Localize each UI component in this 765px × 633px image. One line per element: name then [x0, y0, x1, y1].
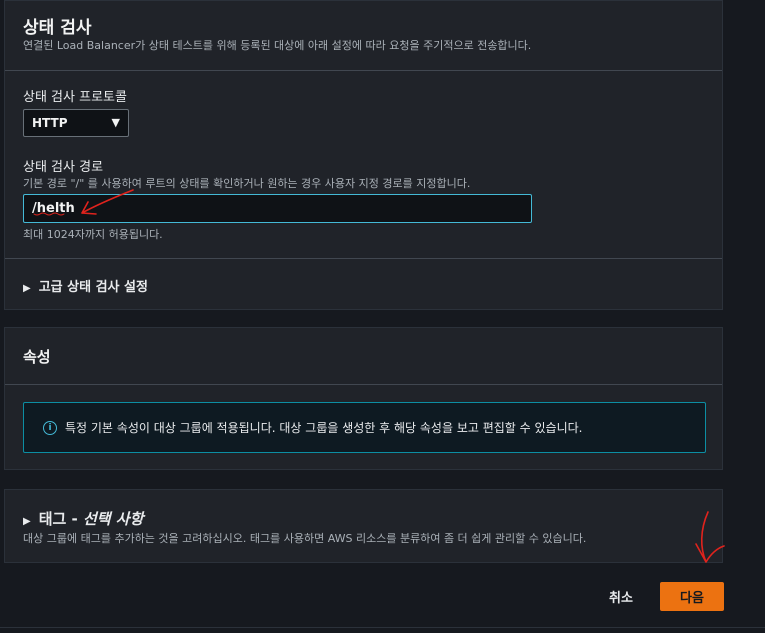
- cancel-button[interactable]: 취소: [597, 582, 645, 610]
- advanced-health-check-toggle[interactable]: ▶ 고급 상태 검사 설정: [23, 276, 148, 295]
- attributes-panel: 속성 i 특정 기본 속성이 대상 그룹에 적용됩니다. 대상 그룹을 생성한 …: [4, 327, 723, 470]
- tags-description: 대상 그룹에 태그를 추가하는 것을 고려하십시오. 태그를 사용하면 AWS …: [23, 532, 587, 545]
- caret-down-icon: ▼: [111, 116, 120, 129]
- tags-expand-toggle[interactable]: ▶ 태그 - 선택 사항: [23, 508, 143, 529]
- path-label: 상태 검사 경로: [23, 160, 104, 175]
- divider: [5, 70, 722, 71]
- attributes-title: 속성: [23, 348, 51, 366]
- tags-optional-label: 선택 사항: [82, 510, 144, 528]
- caret-right-icon: ▶: [23, 516, 31, 527]
- advanced-settings-label: 고급 상태 검사 설정: [38, 280, 148, 295]
- health-check-path-input[interactable]: [23, 194, 532, 223]
- info-alert: i 특정 기본 속성이 대상 그룹에 적용됩니다. 대상 그룹을 생성한 후 해…: [23, 402, 706, 453]
- tags-panel: ▶ 태그 - 선택 사항 대상 그룹에 태그를 추가하는 것을 고려하십시오. 태…: [4, 489, 723, 563]
- health-check-title: 상태 검사: [23, 18, 92, 38]
- caret-right-icon: ▶: [23, 283, 31, 294]
- health-check-description: 연결된 Load Balancer가 상태 테스트를 위해 등록된 대상에 아래…: [23, 39, 532, 52]
- divider: [5, 258, 722, 259]
- footer-divider: [0, 627, 765, 628]
- divider: [5, 384, 722, 385]
- next-button[interactable]: 다음: [660, 582, 724, 611]
- protocol-label: 상태 검사 프로토콜: [23, 90, 127, 105]
- protocol-value: HTTP: [32, 116, 68, 130]
- health-check-panel: 상태 검사 연결된 Load Balancer가 상태 테스트를 위해 등록된 …: [4, 0, 723, 310]
- path-help-text: 기본 경로 "/" 를 사용하여 루트의 상태를 확인하거나 원하는 경우 사용…: [23, 177, 471, 190]
- info-alert-text: 특정 기본 속성이 대상 그룹에 적용됩니다. 대상 그룹을 생성한 후 해당 …: [65, 421, 583, 435]
- info-icon: i: [43, 421, 57, 435]
- tags-title: 태그 -: [38, 510, 83, 528]
- path-constraint-text: 최대 1024자까지 허용됩니다.: [23, 228, 163, 241]
- protocol-select[interactable]: HTTP ▼: [23, 109, 129, 137]
